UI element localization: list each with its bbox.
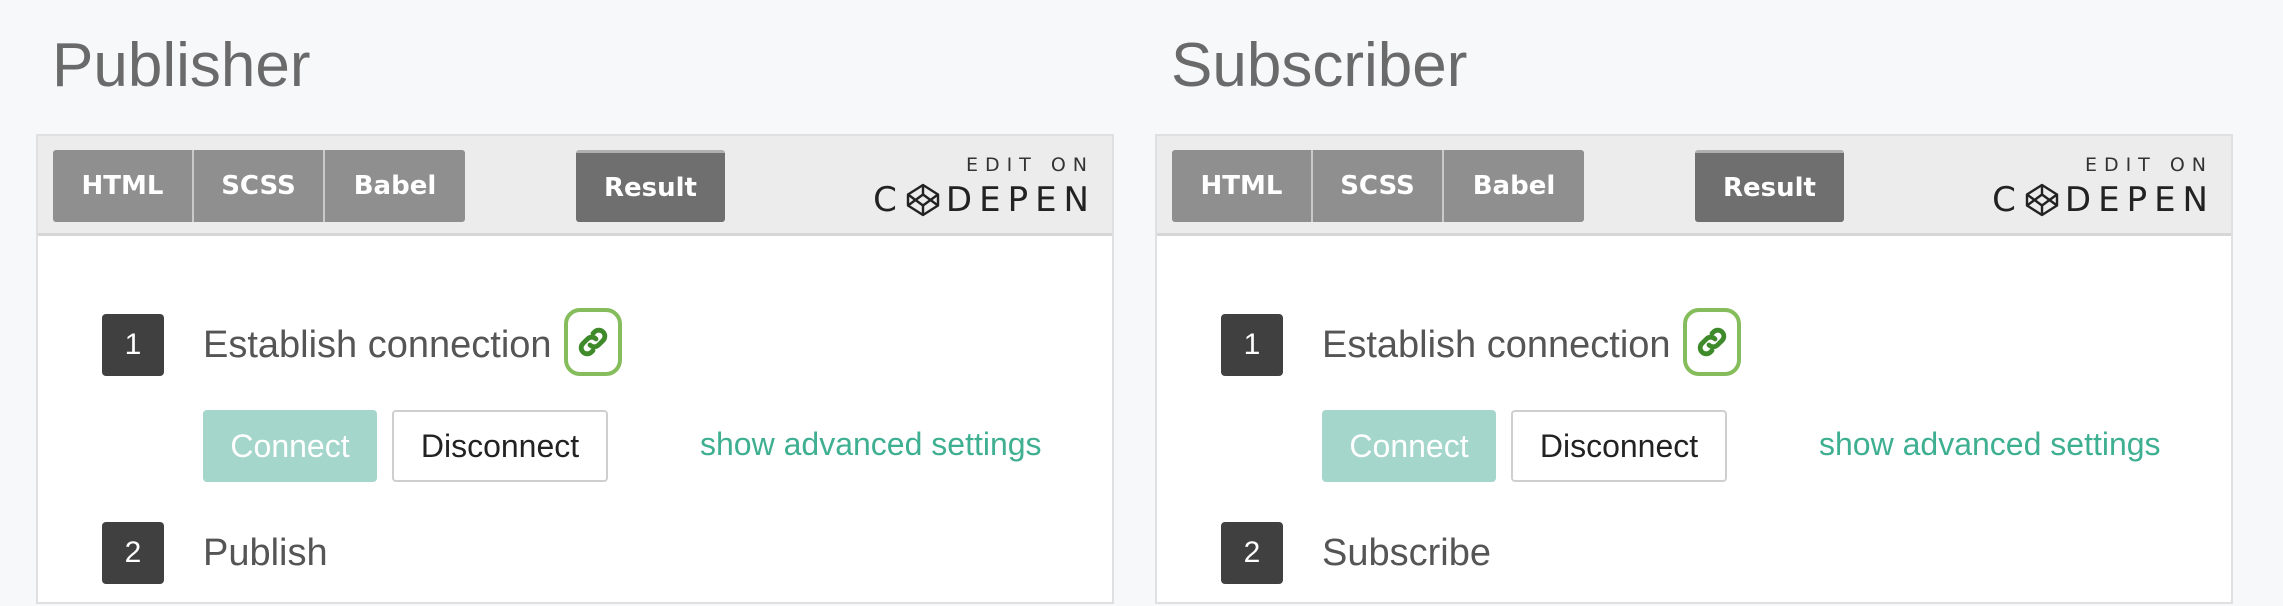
tab-scss[interactable]: SCSS [1313,150,1444,222]
embed-toolbar: HTML SCSS Babel Result EDIT ON C DEPEN [1157,136,2231,236]
step-label: Publish [203,532,328,574]
tab-html[interactable]: HTML [1172,150,1313,222]
codepen-logo-icon [2025,183,2059,217]
codepen-embed: HTML SCSS Babel Result EDIT ON C DEPEN 1… [1155,134,2233,604]
panel-title: Subscriber [1171,31,1468,100]
embed-toolbar: HTML SCSS Babel Result EDIT ON C DEPEN [38,136,1112,236]
step-label: Subscribe [1322,532,1491,574]
edit-on-label: EDIT ON [2084,154,2213,176]
result-content: 1 Establish connection Connect Disconnec… [1157,236,2231,606]
panel-title: Publisher [52,31,311,100]
step-number: 1 [1221,314,1283,376]
tab-result[interactable]: Result [1695,150,1844,222]
tab-html[interactable]: HTML [53,150,194,222]
connect-button[interactable]: Connect [1322,410,1496,482]
step-label: Establish connection [203,324,552,366]
codepen-wordmark: C DEPEN [1992,180,2215,220]
tab-babel[interactable]: Babel [1444,150,1584,222]
codepen-brand-right: DEPEN [945,180,1096,220]
connection-status-badge[interactable] [1683,308,1741,376]
edit-on-label: EDIT ON [965,154,1094,176]
edit-on-codepen-link[interactable]: EDIT ON C DEPEN [1992,154,2215,220]
step-number: 1 [102,314,164,376]
codepen-embed: HTML SCSS Babel Result EDIT ON C DEPEN 1… [36,134,1114,604]
editor-tab-group: HTML SCSS Babel [53,150,465,222]
connection-status-badge[interactable] [564,308,622,376]
result-content: 1 Establish connection Connect Disconnec… [38,236,1112,606]
subscriber-panel: Subscriber HTML SCSS Babel Result EDIT O… [1119,0,2233,604]
disconnect-button[interactable]: Disconnect [1511,410,1727,482]
tab-result[interactable]: Result [576,150,725,222]
step-label: Establish connection [1322,324,1671,366]
edit-on-codepen-link[interactable]: EDIT ON C DEPEN [873,154,1096,220]
publisher-panel: Publisher HTML SCSS Babel Result EDIT ON… [0,0,1114,604]
tab-scss[interactable]: SCSS [194,150,325,222]
step-number: 2 [102,522,164,584]
codepen-brand-left: C [1992,180,2023,220]
tab-babel[interactable]: Babel [325,150,465,222]
link-icon [1697,327,1727,357]
editor-tab-group: HTML SCSS Babel [1172,150,1584,222]
codepen-brand-left: C [873,180,904,220]
show-advanced-settings-link[interactable]: show advanced settings [700,426,1042,463]
disconnect-button[interactable]: Disconnect [392,410,608,482]
codepen-logo-icon [906,183,940,217]
link-icon [578,327,608,357]
step-number: 2 [1221,522,1283,584]
connect-button[interactable]: Connect [203,410,377,482]
show-advanced-settings-link[interactable]: show advanced settings [1819,426,2161,463]
codepen-wordmark: C DEPEN [873,180,1096,220]
codepen-brand-right: DEPEN [2064,180,2215,220]
